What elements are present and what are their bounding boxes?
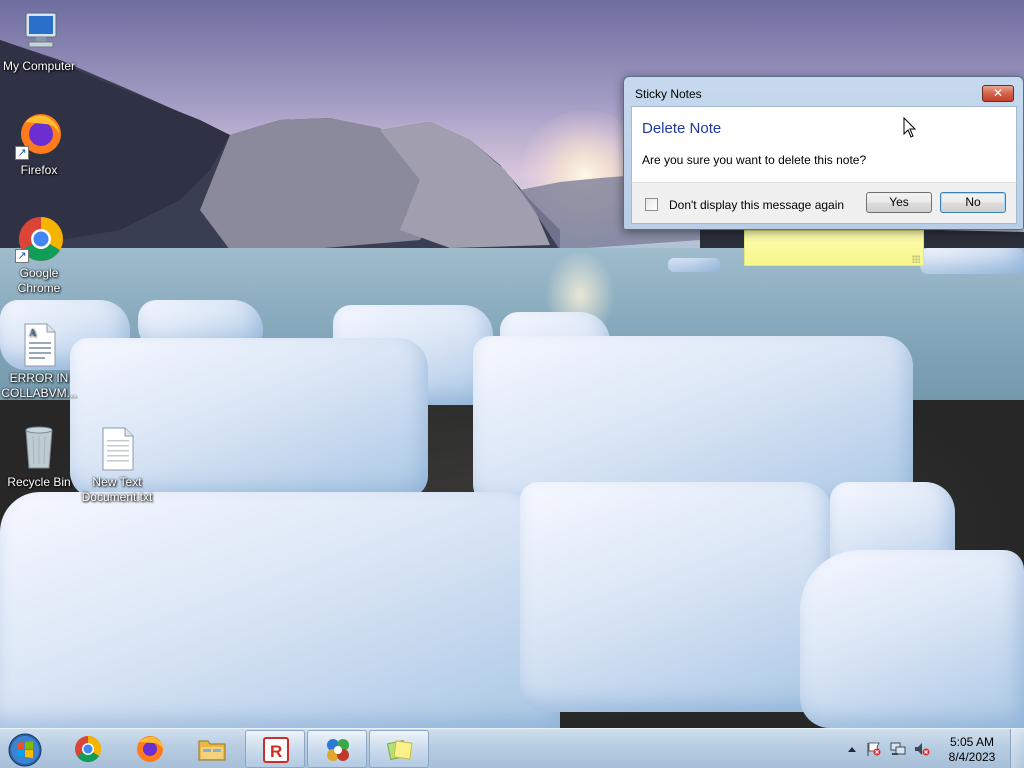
- ice-block: [668, 258, 720, 272]
- ice-block: [920, 248, 1024, 274]
- yes-button[interactable]: Yes: [866, 192, 932, 213]
- icon-label: Recycle Bin: [7, 475, 71, 489]
- ice-block: [520, 482, 832, 712]
- flag-alert-icon: [867, 742, 881, 756]
- clock-date: 8/4/2023: [948, 750, 996, 764]
- system-clock[interactable]: 5:05 AM 8/4/2023: [940, 735, 1004, 765]
- icon-label: My Computer: [2, 59, 76, 73]
- icon-label: New Text Document.txt: [81, 475, 153, 504]
- taskbar-firefox-button[interactable]: [120, 730, 180, 768]
- start-orb-icon: [8, 733, 42, 767]
- taskbar-sticky-notes-button[interactable]: [369, 730, 429, 768]
- roblox-icon: R: [263, 737, 289, 763]
- svg-text:A: A: [29, 328, 37, 339]
- start-button[interactable]: [6, 732, 44, 768]
- network-button[interactable]: [890, 742, 906, 756]
- chrome-icon: [75, 735, 102, 763]
- dont-show-again-checkbox[interactable]: [645, 198, 658, 211]
- no-button[interactable]: No: [940, 192, 1006, 213]
- resize-grip[interactable]: [912, 255, 920, 263]
- my-computer-shortcut[interactable]: My Computer: [0, 8, 78, 74]
- network-icon: [890, 742, 906, 755]
- svg-text:R: R: [270, 742, 282, 761]
- dont-show-again-label[interactable]: Don't display this message again: [669, 198, 844, 212]
- file-explorer-icon: [198, 740, 226, 761]
- shortcut-arrow-icon: ↗: [15, 146, 29, 160]
- sticky-note[interactable]: [744, 230, 924, 266]
- error-document-file[interactable]: A ERROR IN COLLABVM...: [0, 320, 78, 401]
- taskbar-explorer-button[interactable]: [182, 730, 242, 768]
- action-center-button[interactable]: [866, 742, 882, 756]
- dialog-content: Delete Note Are you sure you want to del…: [631, 106, 1017, 183]
- icon-label: ERROR IN COLLABVM...: [1, 371, 77, 400]
- taskbar-sticky-app-button[interactable]: [307, 730, 367, 768]
- recycle-bin[interactable]: Recycle Bin: [0, 424, 78, 490]
- close-icon: ✕: [992, 86, 1004, 100]
- taskbar-chrome-button[interactable]: [58, 730, 118, 768]
- firefox-shortcut[interactable]: ↗ Firefox: [0, 112, 78, 178]
- taskbar-roblox-button[interactable]: R: [245, 730, 305, 768]
- text-file-icon: [93, 424, 141, 472]
- chevron-up-icon: [848, 747, 856, 752]
- mouse-pointer-icon: [903, 117, 917, 138]
- chrome-icon: ↗: [15, 215, 63, 263]
- dialog-footer: Don't display this message again Yes No: [631, 182, 1017, 224]
- dialog-titlebar[interactable]: Sticky Notes ✕: [624, 77, 1023, 105]
- sticky-notes-app-icon: [327, 739, 349, 761]
- delete-note-dialog: Sticky Notes ✕ Delete Note Are you sure …: [623, 76, 1024, 230]
- dialog-heading: Delete Note: [642, 120, 722, 137]
- new-text-document-file[interactable]: New Text Document.txt: [78, 424, 156, 505]
- google-chrome-shortcut[interactable]: ↗ Google Chrome: [0, 215, 78, 296]
- close-button[interactable]: ✕: [982, 85, 1014, 102]
- ice-block: [800, 550, 1024, 728]
- computer-icon: [15, 8, 63, 56]
- recycle-bin-icon: [15, 424, 63, 472]
- document-icon: A: [15, 320, 63, 368]
- firefox-icon: [137, 736, 163, 762]
- shortcut-arrow-icon: ↗: [15, 249, 29, 263]
- sticky-notes-icon: [386, 739, 413, 761]
- icon-label: Firefox: [20, 163, 58, 177]
- show-desktop-button[interactable]: [1010, 729, 1024, 768]
- notification-area: [840, 729, 940, 768]
- volume-muted-icon: [915, 743, 930, 756]
- ice-block: [0, 492, 560, 728]
- clock-time: 5:05 AM: [949, 735, 995, 749]
- show-hidden-icons-button[interactable]: [844, 742, 860, 756]
- dialog-message: Are you sure you want to delete this not…: [642, 153, 867, 167]
- firefox-icon: ↗: [15, 112, 63, 160]
- icon-label: Google Chrome: [17, 266, 61, 295]
- dialog-title: Sticky Notes: [635, 87, 702, 101]
- volume-button[interactable]: [914, 742, 930, 756]
- taskbar: R 5:05 AM 8/4/2023: [0, 728, 1024, 768]
